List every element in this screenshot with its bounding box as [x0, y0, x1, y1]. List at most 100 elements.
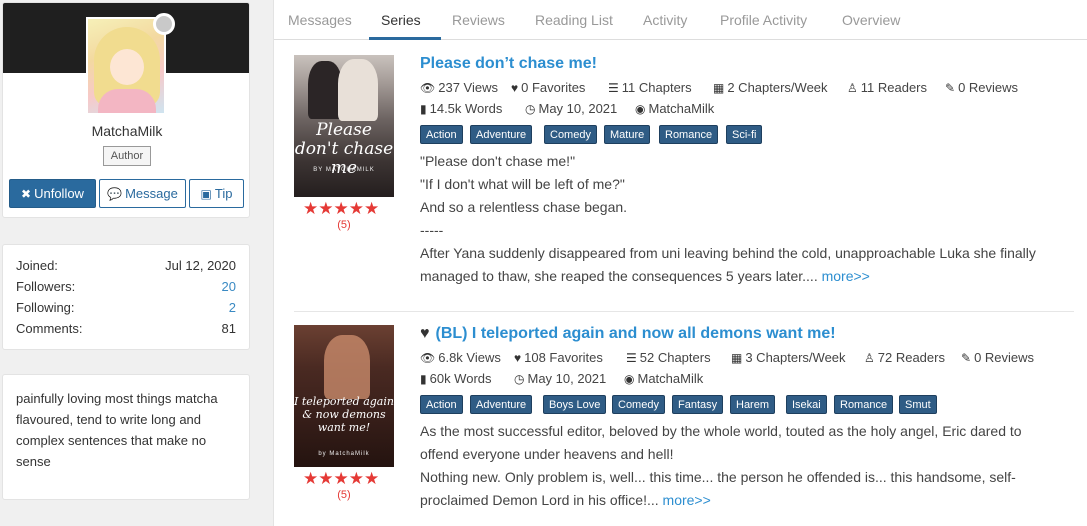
tag[interactable]: Isekai: [786, 395, 827, 414]
tag-list: Action Adventure Boys Love Comedy Fantas…: [420, 395, 1080, 415]
tag[interactable]: Action: [420, 395, 463, 414]
reviews-stat: ✎ 0 Reviews: [961, 349, 1034, 367]
stat-label: Comments:: [16, 321, 83, 336]
tag[interactable]: Comedy: [544, 125, 597, 144]
tag[interactable]: Comedy: [612, 395, 665, 414]
tab-profile-activity[interactable]: Profile Activity: [720, 0, 807, 40]
series-meta: 👁 237 Views ♥ 0 Favorites ☰ 11 Chapters ▦ 2 …: [420, 79, 1080, 97]
tag[interactable]: Sci-fi: [726, 125, 763, 144]
role-badge: Author: [103, 146, 151, 166]
tag[interactable]: Fantasy: [672, 395, 724, 414]
series-cover[interactable]: I teleported again & now demons want me!…: [294, 325, 394, 467]
series-divider: [294, 311, 1074, 312]
profile-tabs: Messages Series Reviews Reading List Act…: [274, 0, 1087, 40]
tab-overview[interactable]: Overview: [842, 0, 900, 40]
followers-link[interactable]: 20: [222, 277, 236, 297]
stat-value: 81: [221, 321, 236, 336]
description-line: "Please don't chase me!": [420, 153, 576, 169]
rating-stars-icon: ★★★★★: [303, 469, 380, 488]
tag[interactable]: Mature: [604, 125, 651, 144]
bio-line: complex sentences that make no: [16, 433, 207, 448]
message-button[interactable]: 💬 Message: [99, 179, 186, 208]
frequency-stat: ▦ 2 Chapters/Week: [713, 79, 828, 97]
description-text: managed to thaw, she reaped the conseque…: [420, 268, 818, 284]
tag-list: Action Adventure Comedy Mature Romance S…: [420, 125, 1080, 145]
author-stat[interactable]: ◉ MatchaMilk: [635, 100, 714, 118]
tab-series[interactable]: Series: [381, 0, 421, 40]
stat-followers: Followers: 20: [16, 277, 236, 297]
favorites-stat: ♥ 108 Favorites: [514, 349, 603, 367]
tag[interactable]: Romance: [659, 125, 719, 144]
chapters-text: 52 Chapters: [639, 350, 711, 365]
main-panel: Messages Series Reviews Reading List Act…: [273, 0, 1087, 526]
more-link[interactable]: more>>: [663, 492, 711, 508]
book-icon: ▮: [420, 102, 427, 116]
tag[interactable]: Harem: [730, 395, 776, 414]
stats-card: Joined: Jul 12, 2020 Followers: 20 Follo…: [2, 244, 250, 350]
series-description: As the most successful editor, beloved b…: [420, 420, 1076, 512]
stat-comments: Comments: 81: [16, 319, 236, 339]
chapters-stat: ☰ 52 Chapters: [626, 349, 711, 367]
words-stat: ▮ 60k Words: [420, 370, 492, 388]
user-circle-icon: ◉: [635, 102, 646, 116]
calendar-icon: ▦: [731, 351, 743, 365]
tag[interactable]: Boys Love: [543, 395, 607, 414]
favorites-text: 0 Favorites: [521, 80, 586, 95]
reviews-stat: ✎ 0 Reviews: [945, 79, 1018, 97]
user-circle-icon: ◉: [624, 372, 635, 386]
series-title[interactable]: Please don’t chase me!: [420, 55, 597, 73]
tag[interactable]: Action: [420, 125, 463, 144]
series-meta-2: ▮ 14.5k Words ◷ May 10, 2021 ◉ MatchaMilk: [420, 100, 820, 118]
description-line: Nothing new. Only problem is, well... th…: [420, 469, 1016, 485]
avatar[interactable]: [86, 17, 166, 115]
cover-author: by MatchaMilk: [318, 451, 370, 457]
author-stat[interactable]: ◉ MatchaMilk: [624, 370, 703, 388]
stat-following: Following: 2: [16, 298, 236, 318]
rating-count[interactable]: (5): [294, 489, 394, 501]
edit-icon: ✎: [961, 351, 972, 365]
more-link[interactable]: more>>: [822, 268, 870, 284]
tip-button[interactable]: ▣ Tip: [189, 179, 244, 208]
bio-line: painfully loving most things matcha: [16, 391, 218, 406]
reviews-text: 0 Reviews: [974, 350, 1035, 365]
list-icon: ☰: [626, 351, 637, 365]
date-stat: ◷ May 10, 2021: [514, 370, 606, 388]
rating-count[interactable]: (5): [294, 219, 394, 231]
views-stat: 👁 237 Views: [420, 79, 498, 97]
views-stat: 👁 6.8k Views: [420, 349, 501, 367]
author-text: MatchaMilk: [637, 371, 704, 386]
clock-icon: ◷: [525, 102, 536, 116]
close-icon: ✖: [21, 187, 32, 201]
words-text: 60k Words: [429, 371, 492, 386]
tab-reviews[interactable]: Reviews: [452, 0, 505, 40]
heart-icon: ♥: [514, 351, 522, 365]
tag[interactable]: Adventure: [470, 395, 533, 414]
tab-activity[interactable]: Activity: [643, 0, 687, 40]
following-link[interactable]: 2: [229, 298, 236, 318]
tag[interactable]: Romance: [834, 395, 894, 414]
stat-label: Joined:: [16, 258, 58, 273]
money-icon: ▣: [200, 187, 212, 201]
readers-stat: ♙ 11 Readers: [847, 79, 927, 97]
tag[interactable]: Adventure: [470, 125, 533, 144]
description-line: managed to thaw, she reaped the conseque…: [420, 265, 1076, 288]
tab-messages[interactable]: Messages: [288, 0, 352, 40]
cover-author: BY MATCHAMILK: [313, 167, 375, 173]
readers-stat: ♙ 72 Readers: [864, 349, 945, 367]
tag[interactable]: Smut: [899, 395, 937, 414]
bio-line: flavoured, tend to write long and: [16, 412, 202, 427]
online-status-icon: [153, 13, 175, 35]
unfollow-button[interactable]: ✖ Unfollow: [9, 179, 96, 208]
tip-label: Tip: [214, 186, 233, 201]
stat-label: Following:: [16, 300, 75, 315]
readers-text: 11 Readers: [860, 80, 928, 95]
series-title[interactable]: ♥ (BL) I teleported again and now all dem…: [420, 325, 836, 343]
series-cover[interactable]: Please don't chase me BY MATCHAMILK: [294, 55, 394, 197]
bio-card: painfully loving most things matcha flav…: [2, 374, 250, 500]
frequency-text: 3 Chapters/Week: [745, 350, 846, 365]
eye-icon: 👁: [420, 81, 436, 95]
words-stat: ▮ 14.5k Words: [420, 100, 502, 118]
words-text: 14.5k Words: [429, 101, 503, 116]
tab-reading-list[interactable]: Reading List: [535, 0, 613, 40]
series-description: "Please don't chase me!" "If I don't wha…: [420, 150, 1076, 288]
